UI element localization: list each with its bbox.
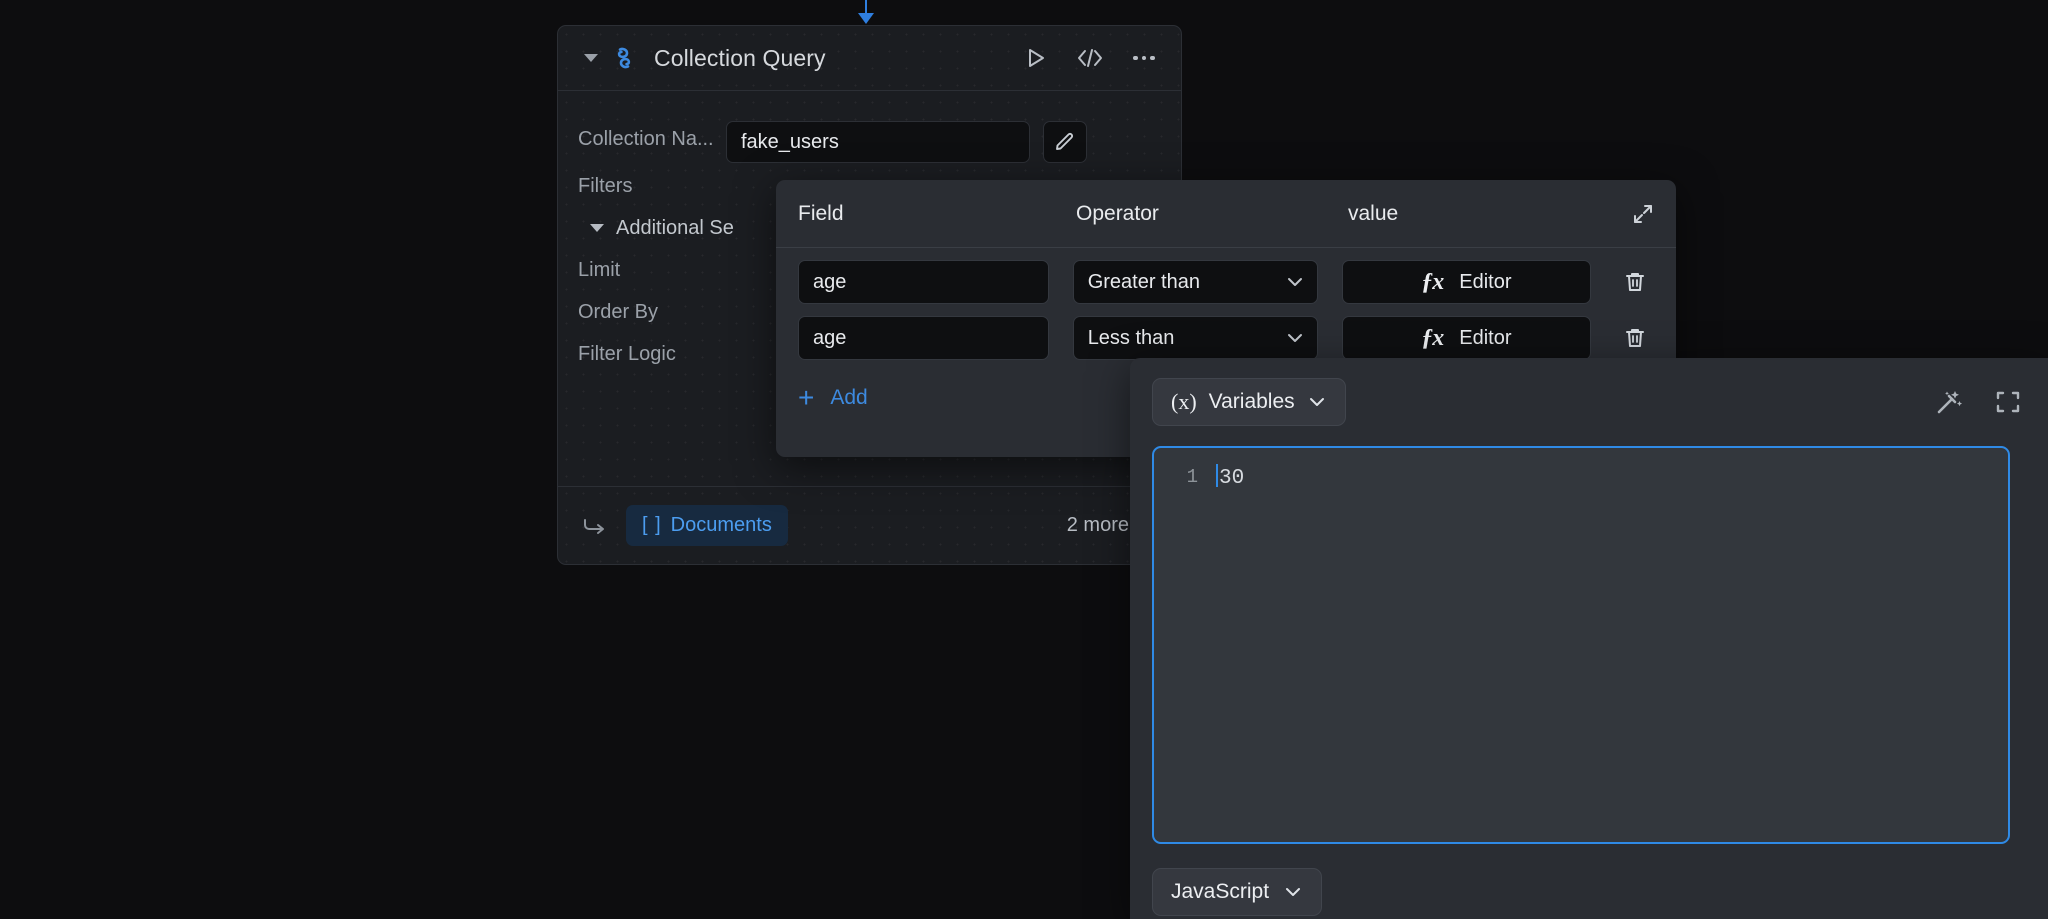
fullscreen-icon[interactable] <box>1994 388 2022 416</box>
table-row: age Greater than ƒx Editor <box>776 254 1676 310</box>
expression-editor-panel[interactable]: (x) Variables 1 30 JavaScript <box>1130 358 2048 919</box>
documents-bracket-icon: [ ] <box>642 514 662 536</box>
code-value: 30 <box>1219 467 1245 490</box>
label-filter-logic: Filter Logic <box>578 342 676 365</box>
column-header-field: Field <box>798 201 844 225</box>
variables-prefix-icon: (x) <box>1171 389 1197 414</box>
filter-value-editor-button[interactable]: ƒx Editor <box>1341 316 1592 360</box>
filters-table-header: Field Operator value <box>776 180 1676 248</box>
column-header-value: value <box>1348 201 1399 225</box>
editor-toolbar: (x) Variables <box>1130 358 2048 446</box>
collection-name-edit-button[interactable] <box>1043 121 1087 163</box>
additional-settings-caret-icon[interactable] <box>590 224 604 232</box>
label-additional-settings: Additional Se <box>616 216 734 239</box>
collection-name-input[interactable]: fake_users <box>726 121 1030 163</box>
label-filters: Filters <box>578 174 633 197</box>
chevron-down-icon <box>1283 882 1303 902</box>
filter-value-editor-button[interactable]: ƒx Editor <box>1341 260 1592 304</box>
workflow-canvas[interactable]: Collection Query Collection Na... Filter… <box>0 0 2048 919</box>
variables-label: Variables <box>1208 390 1295 413</box>
trash-icon[interactable] <box>1615 260 1654 304</box>
chevron-down-icon <box>1285 328 1305 348</box>
run-icon[interactable] <box>1021 43 1051 73</box>
filter-operator-select[interactable]: Less than <box>1072 316 1318 360</box>
node-footer: [ ] Documents 2 more <box>558 486 1181 564</box>
filter-field-input[interactable]: age <box>798 316 1049 360</box>
code-icon[interactable] <box>1075 43 1105 73</box>
filter-operator-select[interactable]: Greater than <box>1072 260 1318 304</box>
editor-toolbar-actions <box>1934 387 2022 417</box>
convex-logo-icon <box>604 43 644 73</box>
label-collection-name: Collection Na... <box>578 127 714 150</box>
filter-operator-value: Less than <box>1087 326 1175 349</box>
text-cursor <box>1216 464 1218 487</box>
chevron-down-icon <box>1285 272 1305 292</box>
language-selector[interactable]: JavaScript <box>1152 868 1323 916</box>
label-order-by: Order By <box>578 300 659 323</box>
label-limit: Limit <box>578 258 621 281</box>
filter-field-input[interactable]: age <box>798 260 1049 304</box>
node-title: Collection Query <box>654 44 826 71</box>
line-number: 1 <box>1186 466 1198 488</box>
documents-label: Documents <box>670 514 772 536</box>
more-outputs-label: 2 more <box>1066 514 1129 536</box>
collapse-caret-icon[interactable] <box>578 45 604 71</box>
documents-output-badge[interactable]: [ ] Documents <box>626 505 788 546</box>
expand-diagonal-icon[interactable] <box>1628 199 1658 229</box>
filters-table-rows: age Greater than ƒx Editor age Less than… <box>776 248 1676 366</box>
filter-value-editor-label: Editor <box>1459 326 1512 349</box>
fx-icon: ƒx <box>1421 324 1444 351</box>
chevron-down-icon <box>1307 392 1327 412</box>
variables-dropdown[interactable]: (x) Variables <box>1152 378 1346 426</box>
plus-icon: + <box>798 382 815 413</box>
code-line: 1 30 <box>1154 448 2008 490</box>
incoming-edge-arrow <box>855 0 877 26</box>
filter-operator-value: Greater than <box>1087 270 1200 293</box>
code-editor-textarea[interactable]: 1 30 <box>1152 446 2010 844</box>
filter-value-editor-label: Editor <box>1459 270 1512 293</box>
language-label: JavaScript <box>1171 880 1270 903</box>
fx-icon: ƒx <box>1421 268 1444 295</box>
trash-icon[interactable] <box>1615 316 1654 360</box>
node-header-actions <box>1021 43 1159 73</box>
code-content[interactable]: 30 <box>1216 464 1244 490</box>
more-options-icon[interactable] <box>1129 43 1159 73</box>
return-arrow-icon <box>582 516 608 536</box>
column-header-operator: Operator <box>1076 201 1159 225</box>
node-header: Collection Query <box>558 26 1181 91</box>
magic-wand-icon[interactable] <box>1934 387 1964 417</box>
add-filter-label: Add <box>830 386 868 409</box>
